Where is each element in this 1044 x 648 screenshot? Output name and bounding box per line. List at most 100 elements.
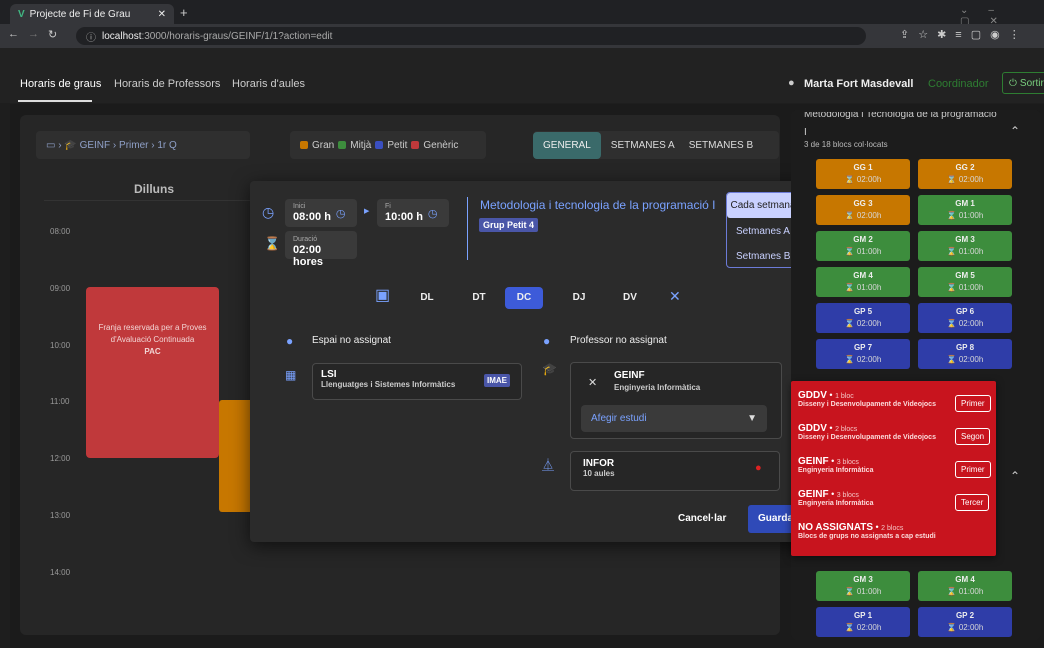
collapse-icon[interactable]: ⌃ [1010, 124, 1020, 138]
space-label: Espai no assignat [312, 335, 391, 346]
group-block[interactable]: GM 2 ⌛ 01:00h [816, 231, 910, 261]
day-dc[interactable]: DC [505, 287, 543, 309]
nav-horaris-graus[interactable]: Horaris de graus [20, 78, 101, 90]
tab-general[interactable]: GENERAL [533, 131, 601, 159]
add-study-label: Afegir estudi [591, 413, 647, 424]
nav-horaris-aules[interactable]: Horaris d'aules [232, 78, 305, 90]
group-block[interactable]: GM 4 ⌛ 01:00h [918, 571, 1012, 601]
day-header: Dilluns [134, 182, 175, 196]
tab-setmanes-b[interactable]: SETMANES B [685, 140, 757, 151]
block-label: GP 7 [853, 343, 873, 352]
week-setmanes-b[interactable]: Setmanes B [736, 251, 790, 262]
popup-course-button[interactable]: Primer [955, 461, 991, 478]
block-duration: ⌛ 02:00h [844, 175, 882, 184]
group-block[interactable]: GG 2 ⌛ 02:00h [918, 159, 1012, 189]
group-block[interactable]: GM 1 ⌛ 01:00h [918, 195, 1012, 225]
group-block[interactable]: GP 7 ⌛ 02:00h [816, 339, 910, 369]
group-block[interactable]: GM 3 ⌛ 01:00h [816, 571, 910, 601]
forward-icon[interactable]: → [28, 28, 39, 40]
collapse-icon[interactable]: ⌃ [1010, 469, 1020, 483]
room-card[interactable]: LSI Llenguatges i Sistemes Informàtics I… [312, 363, 522, 400]
toggle-icon[interactable]: ● [755, 462, 762, 474]
divider [467, 197, 468, 260]
group-block[interactable]: GM 5 ⌛ 01:00h [918, 267, 1012, 297]
group-block[interactable]: GG 1 ⌛ 02:00h [816, 159, 910, 189]
teacher-label: Professor no assignat [570, 335, 667, 346]
nav-horaris-professors[interactable]: Horaris de Professors [114, 78, 220, 90]
logout-button[interactable]: ⏻ Sortir [1002, 72, 1044, 94]
panel-title-2: I [804, 127, 807, 138]
block-duration: ⌛ 02:00h [844, 355, 882, 364]
day-dl[interactable]: DL [408, 287, 446, 309]
back-icon[interactable]: ← [8, 28, 19, 40]
popup-study-name: Blocs de grups no assignats a cap estudi [798, 533, 936, 540]
crumb-quarter[interactable]: 1r Q [157, 140, 176, 151]
cancel-button[interactable]: Cancel·lar [678, 513, 726, 524]
hour-label: 09:00 [50, 284, 71, 293]
arrow-right-icon: ▶ [364, 208, 370, 215]
popup-code: NO ASSIGNATS [798, 522, 874, 533]
day-dv[interactable]: DV [611, 287, 649, 309]
pac-line1: Franja reservada per a Proves [98, 323, 207, 332]
group-block[interactable]: GM 4 ⌛ 01:00h [816, 267, 910, 297]
week-setmanes-a[interactable]: Setmanes A [736, 226, 790, 237]
block-label: GP 8 [955, 343, 975, 352]
popup-row[interactable]: GEINF • 3 blocs Enginyeria Informàtica [798, 456, 873, 474]
block-label: GM 4 [853, 271, 873, 280]
block-duration: ⌛ 02:00h [844, 211, 882, 220]
study-name: Enginyeria Informàtica [614, 383, 701, 392]
week-cada-setmana[interactable]: Cada setmana [727, 193, 799, 218]
popup-study-name: Disseny i Desenvolupament de Videojocs [798, 401, 936, 408]
browser-toolbar-icons[interactable]: ⇪☆✱≡▢◉⋮ [900, 28, 1029, 41]
clear-day-icon[interactable]: ✕ [669, 288, 681, 305]
crumb-grade[interactable]: GEINF [80, 140, 111, 151]
new-tab-icon[interactable]: + [180, 5, 188, 20]
group-block[interactable]: GP 1 ⌛ 02:00h [816, 607, 910, 637]
url-field[interactable]: ⓘ localhost:3000/horaris-graus/GEINF/1/1… [76, 27, 866, 45]
start-label: Inici [293, 203, 306, 210]
hour-label: 14:00 [50, 568, 71, 577]
pac-block[interactable]: Franja reservada per a Proves d'Avaluaci… [86, 287, 219, 458]
group-block[interactable]: GP 6 ⌛ 02:00h [918, 303, 1012, 333]
calendar-day-icon: ▣ [375, 287, 391, 304]
remove-study-icon[interactable]: ✕ [588, 376, 597, 389]
lab-card[interactable]: INFOR 10 aules ● [570, 451, 780, 491]
group-block[interactable]: GG 3 ⌛ 02:00h [816, 195, 910, 225]
popup-course-button[interactable]: Tercer [955, 494, 990, 511]
start-time-field[interactable]: Inici 08:00 h ◷ [285, 199, 357, 227]
popup-row[interactable]: GDDV • 1 bloc Disseny i Desenvolupament d… [798, 390, 936, 408]
schedule-block[interactable] [219, 400, 251, 512]
add-study-select[interactable]: Afegir estudi ▼ [581, 405, 767, 432]
popup-row[interactable]: GDDV • 2 blocs Disseny i Desenvolupament … [798, 423, 936, 441]
blocks-panel [791, 110, 1041, 640]
duration-value: 02:00 hores [293, 244, 323, 268]
popup-course-button[interactable]: Segon [955, 428, 991, 445]
end-time-field[interactable]: Fi 10:00 h ◷ [377, 199, 449, 227]
browser-tab[interactable]: V Projecte de Fi de Grau ✕ [10, 4, 174, 24]
reload-icon[interactable]: ↻ [48, 28, 57, 41]
day-dj[interactable]: DJ [560, 287, 598, 309]
day-dt[interactable]: DT [460, 287, 498, 309]
location-icon: ● [286, 334, 294, 348]
popup-count: 3 blocs [836, 459, 859, 466]
close-tab-icon[interactable]: ✕ [158, 9, 166, 20]
school-icon: 🎓 [64, 139, 77, 151]
popup-course-button[interactable]: Primer [955, 395, 991, 412]
legend-gran: Gran [312, 139, 335, 151]
lab-count: 10 aules [583, 469, 615, 478]
view-tabs: GENERAL SETMANES A SETMANES B [533, 131, 779, 159]
group-block[interactable]: GM 3 ⌛ 01:00h [918, 231, 1012, 261]
popup-row[interactable]: NO ASSIGNATS • 2 blocs Blocs de grups no … [798, 522, 936, 540]
duration-label: Duració [293, 236, 318, 243]
block-duration: ⌛ 02:00h [844, 623, 882, 632]
crumb-course[interactable]: Primer [119, 140, 148, 151]
hour-label: 10:00 [50, 341, 71, 350]
tab-setmanes-a[interactable]: SETMANES A [601, 140, 685, 151]
group-block[interactable]: GP 5 ⌛ 02:00h [816, 303, 910, 333]
popup-code: GEINF [798, 489, 829, 500]
popup-row[interactable]: GEINF • 3 blocs Enginyeria Informàtica [798, 489, 873, 507]
group-block[interactable]: GP 2 ⌛ 02:00h [918, 607, 1012, 637]
group-block[interactable]: GP 8 ⌛ 02:00h [918, 339, 1012, 369]
popup-code: GDDV [798, 390, 827, 401]
clock-icon: ◷ [262, 204, 275, 220]
